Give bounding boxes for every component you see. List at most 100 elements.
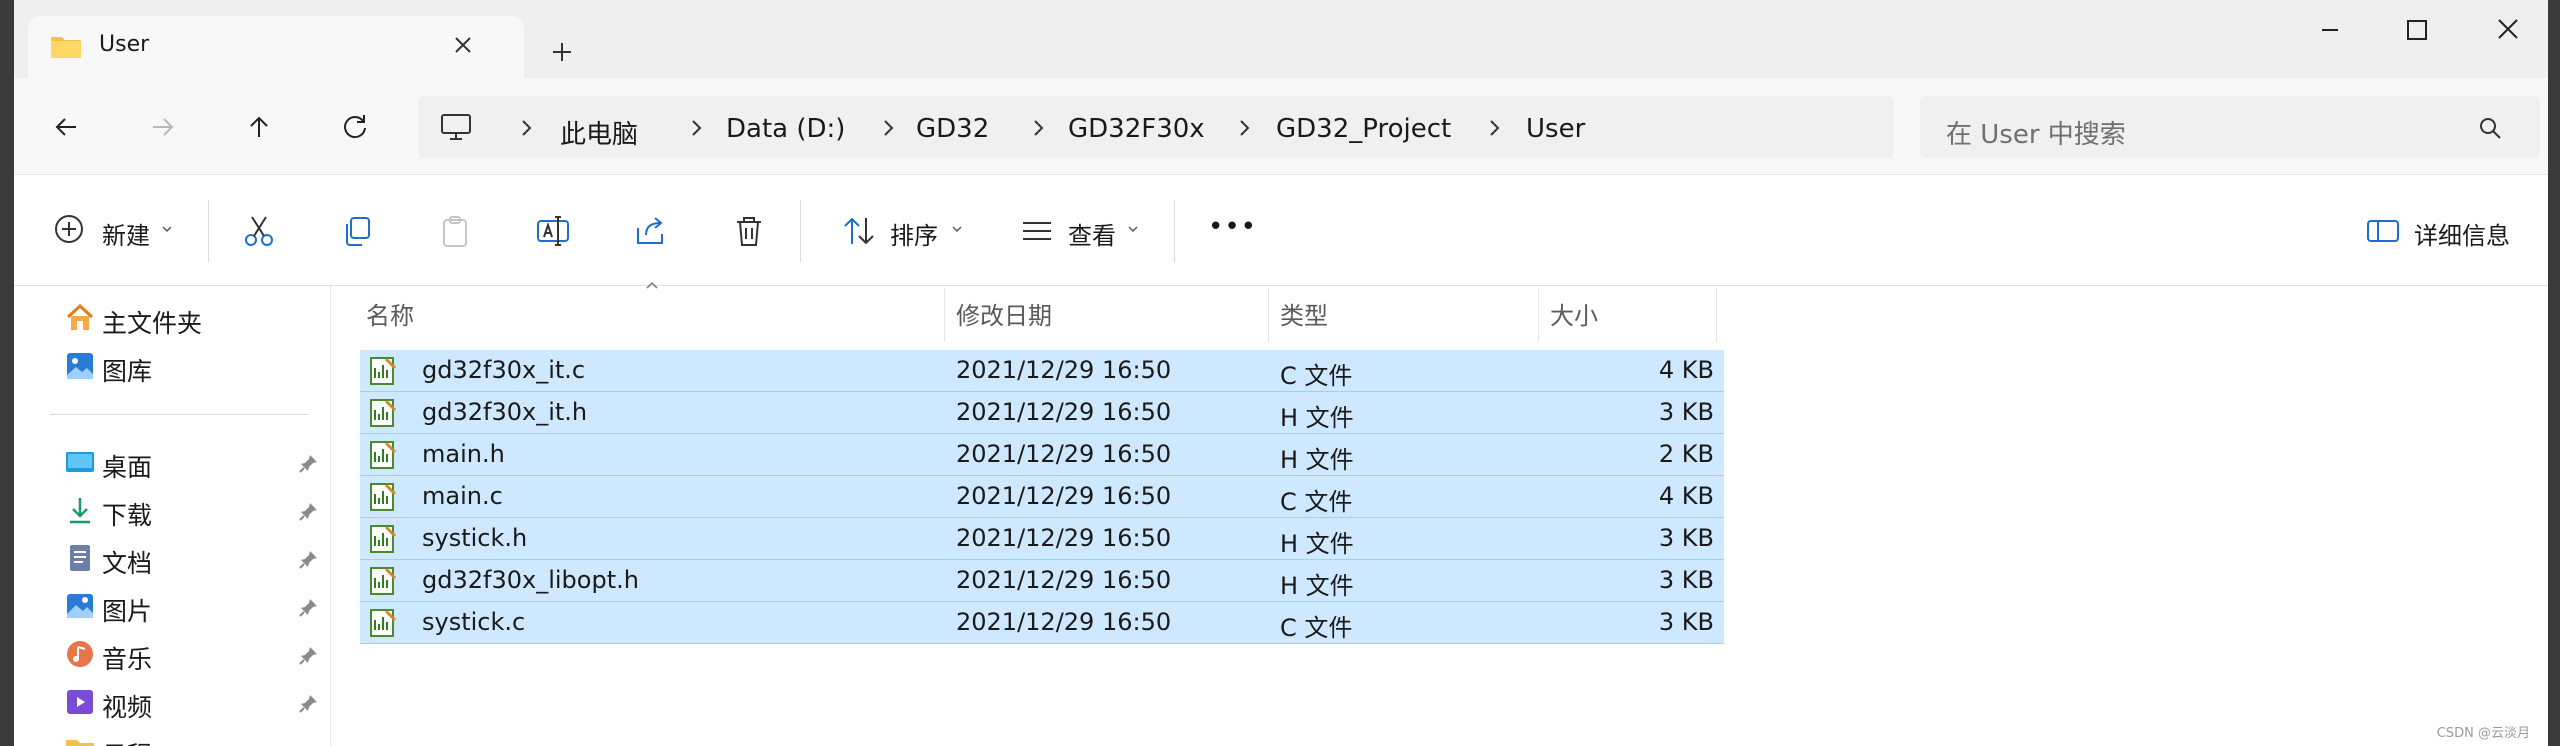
forward-arrow-icon[interactable] (142, 106, 184, 148)
maximize-icon[interactable] (2386, 10, 2446, 50)
sidebar-item-folder[interactable]: 日程 (102, 736, 152, 746)
pin-icon[interactable] (298, 596, 320, 618)
toolbar-divider (208, 200, 209, 262)
cut-icon[interactable] (240, 212, 278, 250)
pin-icon[interactable] (298, 644, 320, 666)
navigation-pane (14, 286, 331, 746)
breadcrumb-item[interactable]: GD32_Project (1276, 114, 1451, 144)
file-size: 4 KB (1658, 356, 1714, 384)
file-size: 3 KB (1658, 566, 1714, 594)
sidebar-item-desktop[interactable]: 桌面 (102, 448, 152, 484)
chevron-down-icon[interactable] (1126, 222, 1140, 236)
pin-icon[interactable] (298, 692, 320, 714)
sidebar-item-home[interactable]: 主文件夹 (102, 304, 202, 340)
file-modified: 2021/12/29 16:50 (956, 566, 1172, 594)
chevron-right-icon[interactable] (1236, 118, 1252, 138)
up-arrow-icon[interactable] (238, 106, 280, 148)
new-icon[interactable] (50, 210, 88, 248)
column-divider[interactable] (944, 288, 945, 342)
tab-title: User (99, 32, 150, 57)
file-size: 3 KB (1658, 524, 1714, 552)
see-more-button[interactable]: ••• (1208, 212, 1257, 242)
pictures-icon (64, 590, 96, 622)
code-file-icon (368, 482, 398, 512)
file-modified: 2021/12/29 16:50 (956, 398, 1172, 426)
computer-icon (440, 112, 472, 142)
file-modified: 2021/12/29 16:50 (956, 608, 1172, 636)
back-arrow-icon[interactable] (46, 106, 88, 148)
close-tab-icon[interactable] (448, 30, 478, 60)
breadcrumb-item[interactable]: 此电脑 (560, 114, 638, 151)
rename-icon[interactable] (534, 212, 572, 250)
file-row[interactable]: gd32f30x_it.h 2021/12/29 16:50 H 文件 3 KB (360, 392, 1724, 434)
code-file-icon (368, 608, 398, 638)
new-tab-icon[interactable] (542, 32, 582, 72)
details-button-label[interactable]: 详细信息 (2414, 216, 2510, 251)
sidebar-item-videos[interactable]: 视频 (102, 688, 152, 724)
gallery-icon (64, 350, 96, 382)
column-header-size[interactable]: 大小 (1550, 296, 1598, 331)
breadcrumb-item-current[interactable]: User (1526, 114, 1585, 144)
pin-icon[interactable] (298, 548, 320, 570)
file-row[interactable]: main.h 2021/12/29 16:50 H 文件 2 KB (360, 434, 1724, 476)
copy-icon[interactable] (338, 212, 376, 250)
share-icon[interactable] (632, 212, 670, 250)
file-size: 4 KB (1658, 482, 1714, 510)
file-row[interactable]: gd32f30x_it.c 2021/12/29 16:50 C 文件 4 KB (360, 350, 1724, 392)
breadcrumb-item[interactable]: GD32F30x (1068, 114, 1205, 144)
download-icon (64, 494, 96, 526)
file-type: C 文件 (1280, 488, 1353, 516)
column-header-name[interactable]: 名称 (366, 296, 414, 331)
sort-icon[interactable] (840, 212, 878, 250)
document-icon (64, 542, 96, 574)
pin-icon[interactable] (298, 500, 320, 522)
chevron-right-icon[interactable] (880, 118, 896, 138)
column-header-type[interactable]: 类型 (1280, 296, 1328, 331)
file-type: H 文件 (1280, 446, 1354, 474)
search-icon[interactable] (2476, 114, 2504, 142)
chevron-right-icon[interactable] (688, 118, 704, 138)
new-button-label[interactable]: 新建 (102, 216, 150, 251)
sidebar-item-gallery[interactable]: 图库 (102, 352, 152, 388)
sidebar-item-music[interactable]: 音乐 (102, 640, 152, 676)
column-divider[interactable] (1538, 288, 1539, 342)
music-icon (64, 638, 96, 670)
chevron-right-icon[interactable] (1030, 118, 1046, 138)
chevron-down-icon[interactable] (950, 222, 964, 236)
close-window-icon[interactable] (2478, 10, 2538, 50)
sidebar-item-documents[interactable]: 文档 (102, 544, 152, 580)
column-divider[interactable] (1268, 288, 1269, 342)
sidebar-item-downloads[interactable]: 下载 (102, 496, 152, 532)
file-name: main.h (422, 440, 505, 468)
minimize-icon[interactable] (2300, 10, 2360, 50)
column-header-modified[interactable]: 修改日期 (956, 296, 1052, 331)
chevron-down-icon[interactable] (160, 222, 174, 236)
file-modified: 2021/12/29 16:50 (956, 356, 1172, 384)
file-size: 3 KB (1658, 398, 1714, 426)
view-icon[interactable] (1018, 212, 1056, 250)
chevron-right-icon[interactable] (1486, 118, 1502, 138)
column-divider[interactable] (1716, 288, 1717, 342)
sidebar-item-pictures[interactable]: 图片 (102, 592, 152, 628)
file-name: main.c (422, 482, 503, 510)
delete-icon[interactable] (730, 212, 768, 250)
file-name: gd32f30x_libopt.h (422, 566, 639, 594)
refresh-icon[interactable] (334, 106, 376, 148)
file-row[interactable]: gd32f30x_libopt.h 2021/12/29 16:50 H 文件 … (360, 560, 1724, 602)
file-row[interactable]: systick.h 2021/12/29 16:50 H 文件 3 KB (360, 518, 1724, 560)
breadcrumb-item[interactable]: GD32 (916, 114, 989, 144)
chevron-right-icon[interactable] (518, 118, 534, 138)
breadcrumb-item[interactable]: Data (D:) (726, 114, 845, 144)
file-type: C 文件 (1280, 362, 1353, 390)
folder-icon (64, 734, 96, 746)
search-placeholder: 在 User 中搜索 (1946, 120, 2126, 150)
file-type: C 文件 (1280, 614, 1353, 642)
pin-icon[interactable] (298, 452, 320, 474)
code-file-icon (368, 398, 398, 428)
file-row[interactable]: main.c 2021/12/29 16:50 C 文件 4 KB (360, 476, 1724, 518)
sort-button-label[interactable]: 排序 (890, 216, 938, 251)
view-button-label[interactable]: 查看 (1068, 216, 1116, 251)
details-pane-icon[interactable] (2364, 212, 2402, 250)
file-name: gd32f30x_it.c (422, 356, 586, 384)
file-row[interactable]: systick.c 2021/12/29 16:50 C 文件 3 KB (360, 602, 1724, 644)
